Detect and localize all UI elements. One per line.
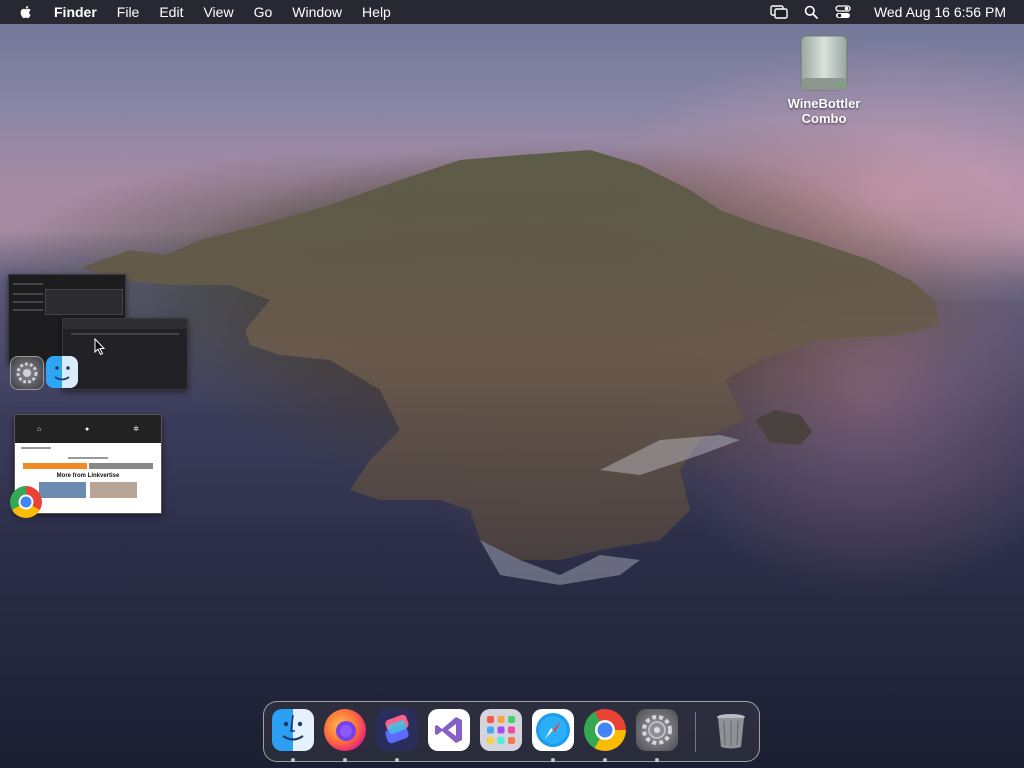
drive-label-line2: Combo bbox=[801, 111, 847, 126]
dock-safari-icon[interactable] bbox=[532, 709, 574, 751]
menu-window[interactable]: Window bbox=[282, 0, 352, 24]
apple-menu-icon[interactable] bbox=[18, 4, 34, 20]
menu-extras: Wed Aug 16 6:56 PM bbox=[770, 4, 1012, 20]
dock-firefox-icon[interactable] bbox=[324, 709, 366, 751]
dock-shortcuts-icon[interactable] bbox=[376, 709, 418, 751]
control-center-icon[interactable] bbox=[834, 4, 852, 20]
settings-icon bbox=[10, 356, 44, 390]
finder-icon bbox=[46, 356, 78, 388]
stage-window-thumb-finder bbox=[62, 318, 188, 390]
drive-label-line1: WineBottler bbox=[787, 96, 861, 111]
external-drive-icon bbox=[796, 34, 852, 92]
dock-settings-running-indicator bbox=[655, 758, 659, 762]
dock-finder-icon[interactable] bbox=[272, 709, 314, 751]
dock-launchpad-icon[interactable] bbox=[480, 709, 522, 751]
stage-group-settings-finder[interactable] bbox=[8, 274, 188, 390]
thumb-web-topbar: ⌂ ● ✲ bbox=[15, 415, 161, 443]
menu-view[interactable]: View bbox=[193, 0, 243, 24]
dock-chrome-running-indicator bbox=[603, 758, 607, 762]
spotlight-search-icon[interactable] bbox=[802, 4, 820, 20]
mouse-cursor-icon bbox=[94, 338, 106, 356]
menu-file[interactable]: File bbox=[107, 0, 150, 24]
screen-mirroring-icon[interactable] bbox=[770, 4, 788, 20]
menu-edit[interactable]: Edit bbox=[149, 0, 193, 24]
chrome-icon bbox=[10, 486, 42, 518]
dock-separator bbox=[695, 712, 696, 752]
stage-group-chrome[interactable]: ⌂ ● ✲ More from Linkvertise bbox=[8, 414, 162, 520]
thumb-web-heading: More from Linkvertise bbox=[56, 473, 120, 479]
dock-finder-running-indicator bbox=[291, 758, 295, 762]
dock-chrome-icon[interactable] bbox=[584, 709, 626, 751]
dock bbox=[263, 701, 760, 762]
dock-firefox-running-indicator bbox=[343, 758, 347, 762]
menu-app-name[interactable]: Finder bbox=[44, 0, 107, 24]
dock-settings-icon[interactable] bbox=[636, 709, 678, 751]
menu-clock[interactable]: Wed Aug 16 6:56 PM bbox=[874, 4, 1006, 20]
dock-trash-icon[interactable] bbox=[710, 709, 752, 751]
menu-go[interactable]: Go bbox=[244, 0, 283, 24]
menu-help[interactable]: Help bbox=[352, 0, 401, 24]
menu-bar: Finder File Edit View Go Window Help Wed… bbox=[0, 0, 1024, 24]
desktop-drive[interactable]: WineBottler Combo bbox=[784, 34, 864, 126]
dock-safari-running-indicator bbox=[551, 758, 555, 762]
dock-visual-studio-icon[interactable] bbox=[428, 709, 470, 751]
dock-shortcuts-running-indicator bbox=[395, 758, 399, 762]
